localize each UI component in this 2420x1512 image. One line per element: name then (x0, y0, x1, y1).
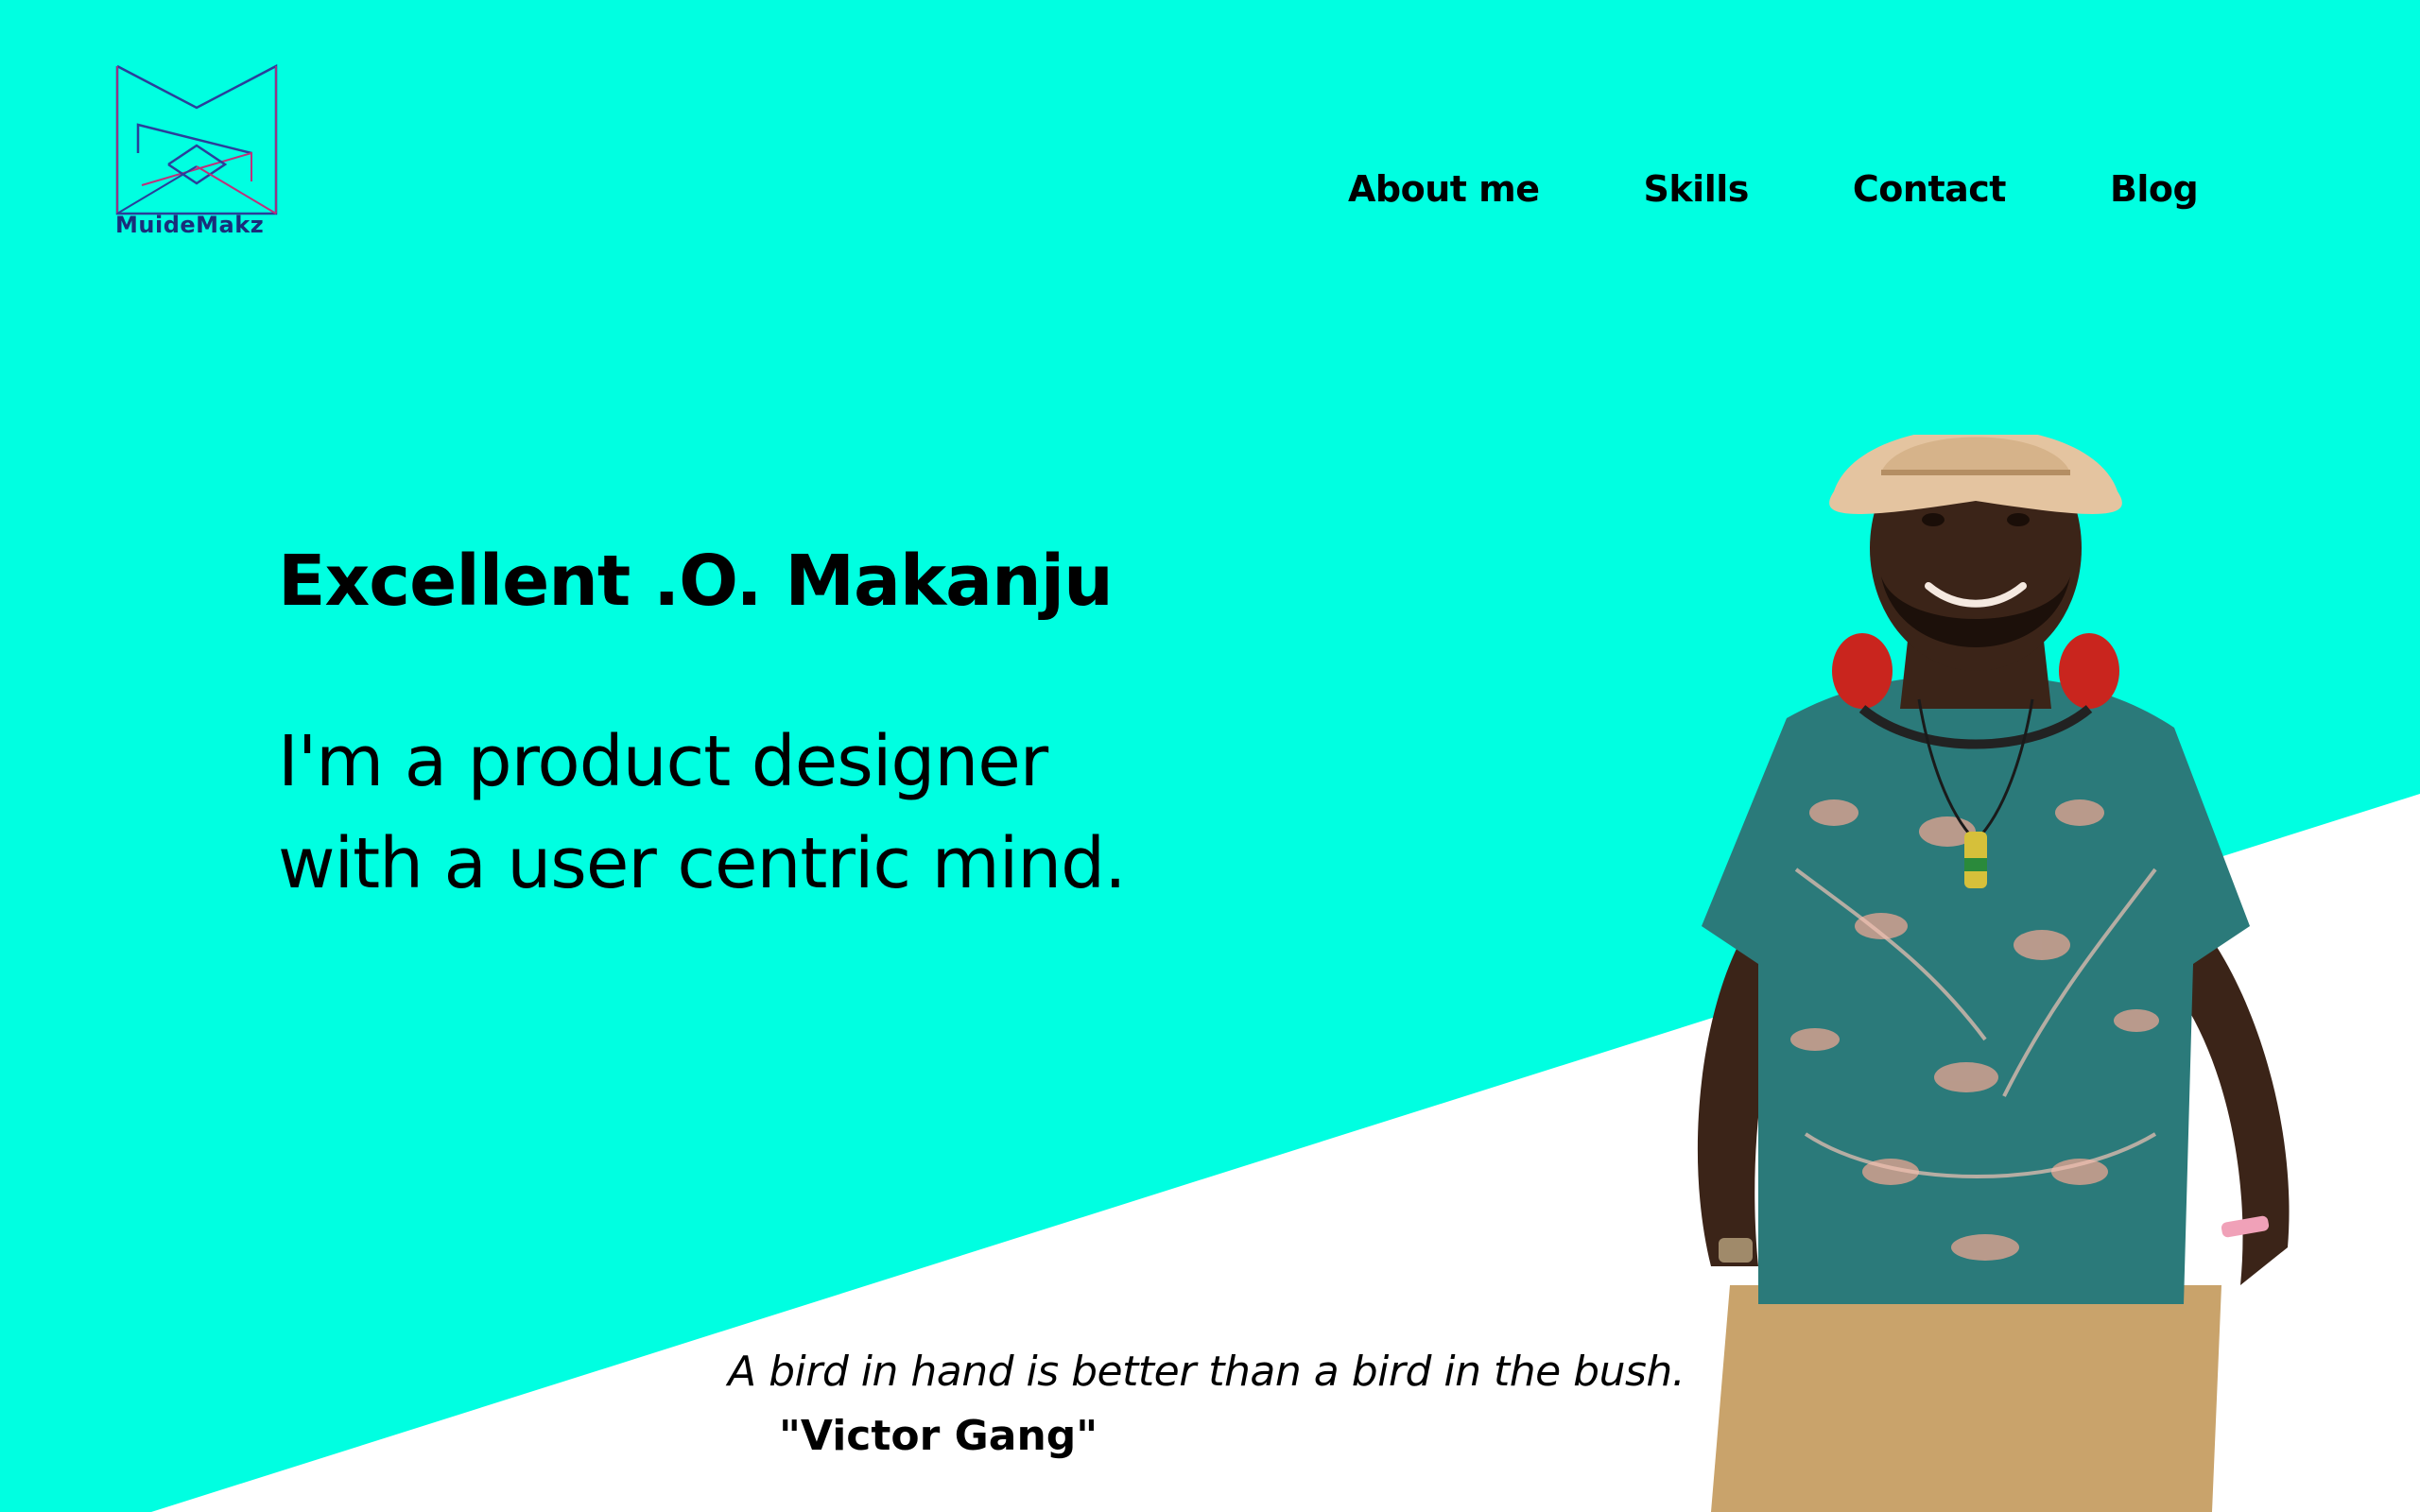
nav-skills[interactable]: Skills (1644, 168, 1750, 210)
nav-blog[interactable]: Blog (2110, 168, 2199, 210)
person-portrait-image (1697, 435, 2290, 1512)
hero-tagline-line-2: with a user centric mind. (278, 823, 1127, 904)
logo-wordmark: MuideMakz (115, 212, 265, 238)
top-navigation: About me Skills Contact Blog (1348, 168, 2199, 210)
quote-author: "Victor Gang" (779, 1412, 1098, 1460)
hero-tagline: I'm a product designer with a user centr… (278, 711, 1223, 915)
nav-about-me[interactable]: About me (1348, 168, 1540, 210)
landing-page: MuideMakz About me Skills Contact Blog E… (0, 0, 2420, 1512)
nav-contact[interactable]: Contact (1853, 168, 2007, 210)
quote-text: A bird in hand is better than a bird in … (728, 1348, 1685, 1396)
hero-tagline-line-1: I'm a product designer (278, 721, 1048, 802)
hero-name: Excellent .O. Makanju (278, 541, 1114, 622)
